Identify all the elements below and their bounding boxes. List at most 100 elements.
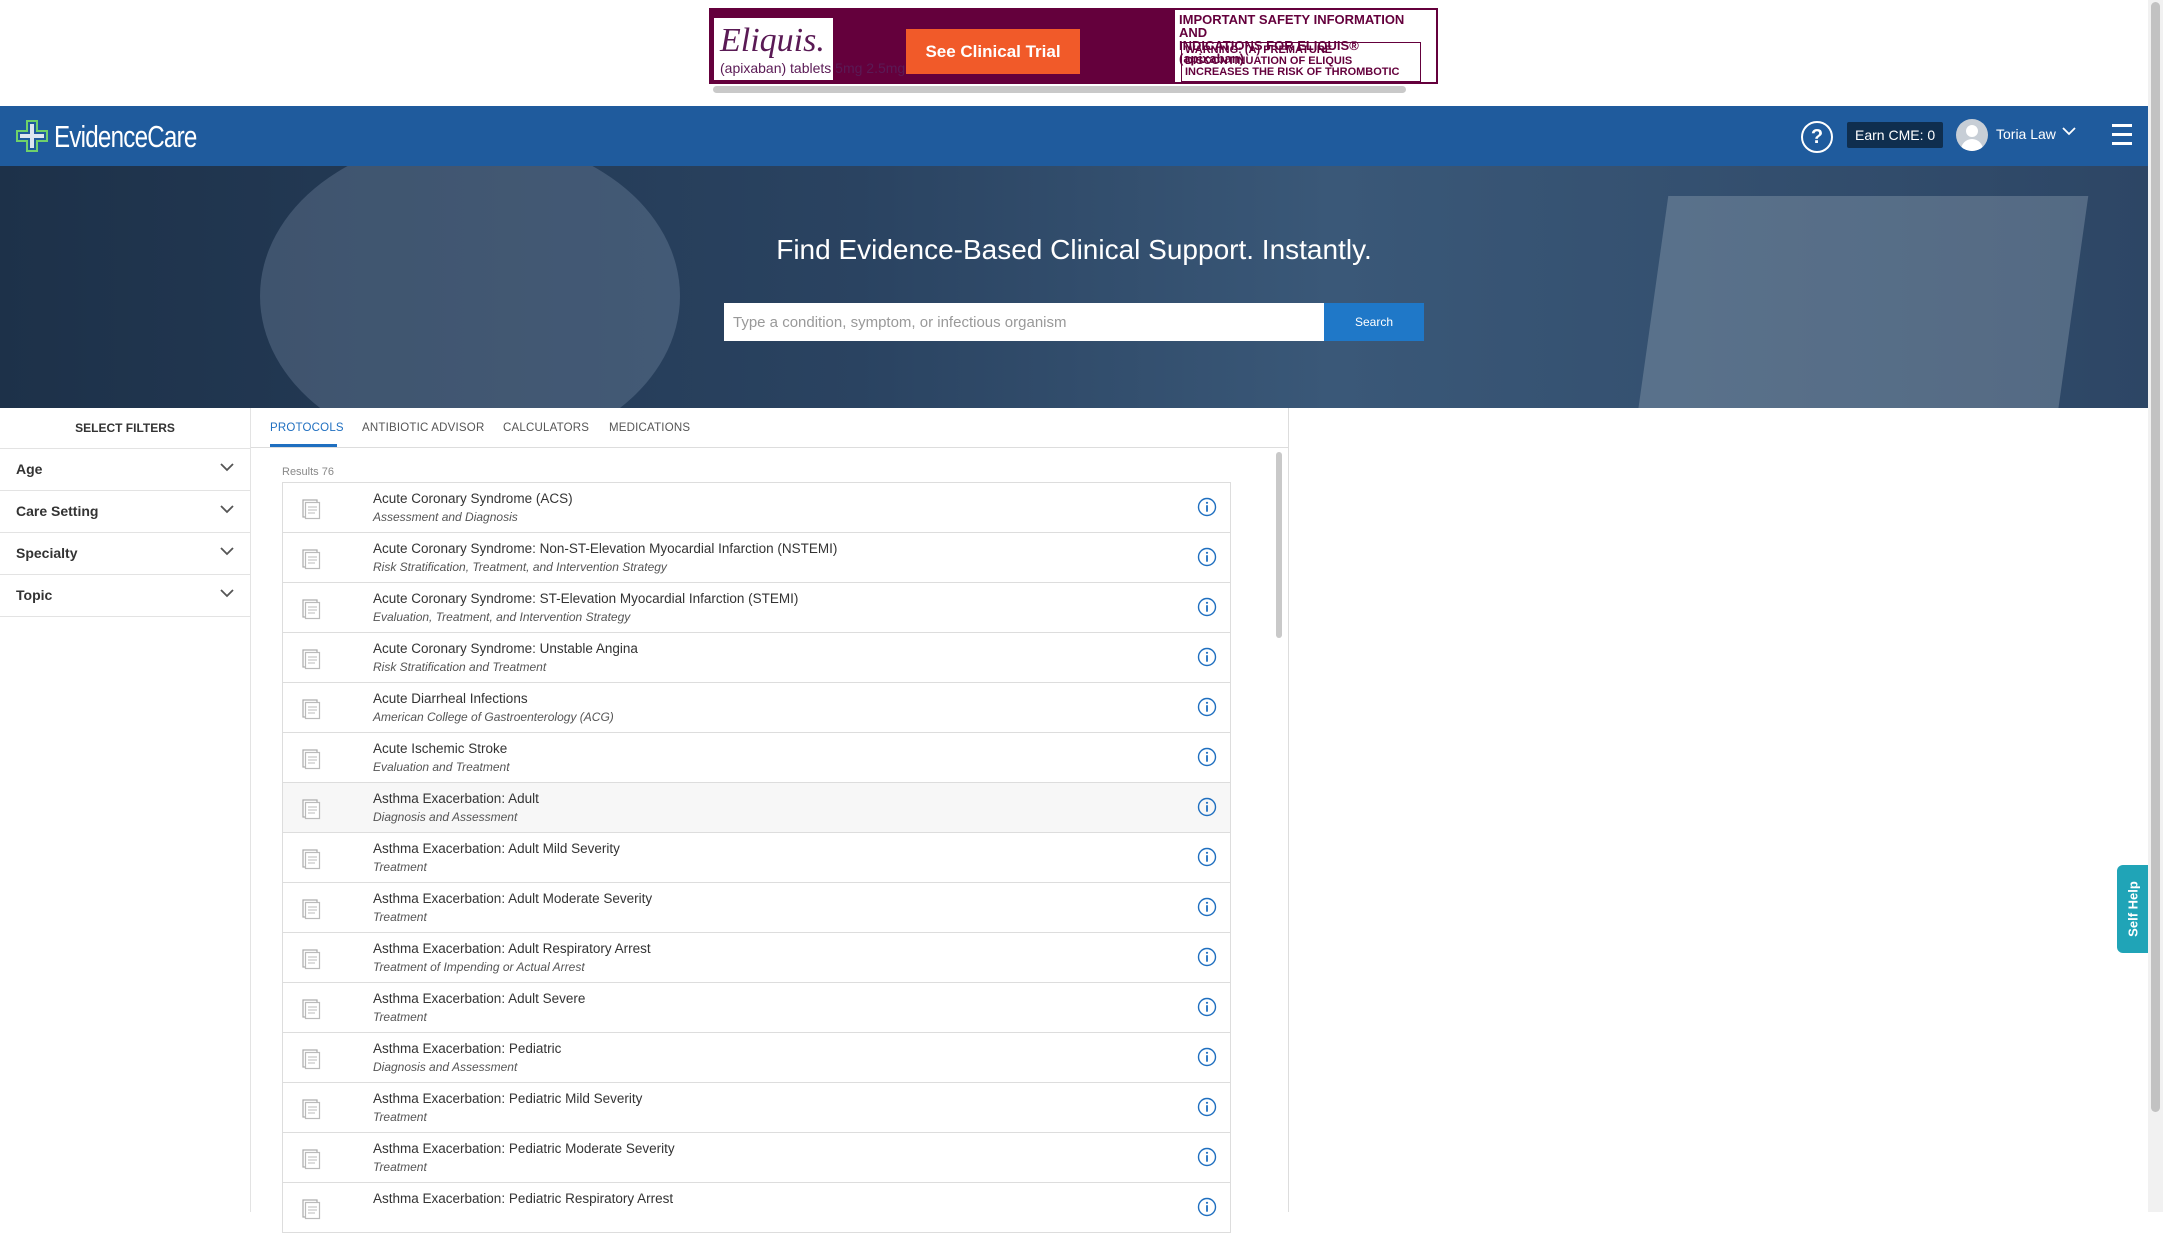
chevron-down-icon[interactable] — [220, 586, 234, 600]
protocol-subtitle: Risk Stratification and Treatment — [373, 660, 547, 674]
search-input[interactable] — [724, 303, 1324, 341]
tab-antibiotic-advisor[interactable]: ANTIBIOTIC ADVISOR — [362, 422, 484, 434]
ad-banner-area: Eliquis. (apixaban) tablets 5mg 2.5mg Se… — [0, 0, 2163, 106]
filter-specialty[interactable]: Specialty — [0, 533, 250, 575]
filter-label: Topic — [16, 587, 53, 603]
protocol-title[interactable]: Asthma Exacerbation: Pediatric Respirato… — [373, 1191, 673, 1206]
document-icon — [300, 548, 322, 570]
ad-brand: Eliquis. — [720, 22, 825, 59]
info-circle-icon[interactable] — [1197, 997, 1217, 1017]
user-name[interactable]: Toria Law — [1996, 126, 2056, 142]
info-circle-icon[interactable] — [1197, 1197, 1217, 1217]
info-circle-icon[interactable] — [1197, 597, 1217, 617]
protocol-row[interactable]: Acute Coronary Syndrome: Unstable Angina… — [282, 633, 1231, 683]
protocol-row[interactable]: Asthma Exacerbation: Pediatric Respirato… — [282, 1183, 1231, 1233]
protocol-title[interactable]: Asthma Exacerbation: Adult — [373, 791, 539, 806]
chevron-down-icon[interactable] — [220, 544, 234, 558]
hamburger-icon[interactable] — [2112, 124, 2132, 146]
info-circle-icon[interactable] — [1197, 747, 1217, 767]
protocol-subtitle: Assessment and Diagnosis — [373, 510, 518, 524]
ad-banner[interactable]: Eliquis. (apixaban) tablets 5mg 2.5mg Se… — [709, 8, 1438, 84]
info-circle-icon[interactable] — [1197, 897, 1217, 917]
logo-text[interactable]: EvidenceCare — [54, 119, 197, 155]
filter-label: Care Setting — [16, 503, 99, 519]
list-scrollbar[interactable] — [1276, 452, 1282, 638]
tab-protocols[interactable]: PROTOCOLS — [270, 422, 344, 434]
info-circle-icon[interactable] — [1197, 697, 1217, 717]
top-nav: EvidenceCare ? Earn CME: 0 Toria Law — [0, 106, 2148, 166]
protocol-title[interactable]: Acute Diarrheal Infections — [373, 691, 528, 706]
info-circle-icon[interactable] — [1197, 647, 1217, 667]
protocol-row[interactable]: Acute Ischemic Stroke Evaluation and Trea… — [282, 733, 1231, 783]
info-circle-icon[interactable] — [1197, 547, 1217, 567]
protocol-title[interactable]: Acute Coronary Syndrome: Unstable Angina — [373, 641, 638, 656]
earn-cme-badge[interactable]: Earn CME: 0 — [1847, 122, 1944, 148]
results-count: Results 76 — [282, 466, 334, 478]
filter-topic[interactable]: Topic — [0, 575, 250, 617]
info-circle-icon[interactable] — [1197, 1147, 1217, 1167]
protocol-row[interactable]: Asthma Exacerbation: Adult Respiratory A… — [282, 933, 1231, 983]
hero-search-section: Find Evidence-Based Clinical Support. In… — [0, 166, 2148, 408]
ad-safety-info: IMPORTANT SAFETY INFORMATION AND INDICAT… — [1173, 8, 1438, 84]
protocol-title[interactable]: Acute Coronary Syndrome (ACS) — [373, 491, 573, 506]
protocol-title[interactable]: Asthma Exacerbation: Pediatric Mild Seve… — [373, 1091, 642, 1106]
document-icon — [300, 1198, 322, 1220]
protocol-row[interactable]: Asthma Exacerbation: Adult Diagnosis and … — [282, 783, 1231, 833]
protocol-row[interactable]: Asthma Exacerbation: Pediatric Moderate … — [282, 1133, 1231, 1183]
ad-horizontal-scrollbar[interactable] — [713, 86, 1406, 93]
protocol-title[interactable]: Acute Coronary Syndrome: Non-ST-Elevatio… — [373, 541, 837, 556]
protocol-title[interactable]: Asthma Exacerbation: Pediatric Moderate … — [373, 1141, 675, 1156]
protocol-row[interactable]: Asthma Exacerbation: Adult Mild Severity… — [282, 833, 1231, 883]
ad-brand-sub: (apixaban) tablets 5mg 2.5mg — [720, 60, 906, 76]
document-icon — [300, 948, 322, 970]
chevron-down-icon[interactable] — [220, 502, 234, 516]
protocol-title[interactable]: Asthma Exacerbation: Pediatric — [373, 1041, 561, 1056]
chevron-down-icon[interactable] — [220, 460, 234, 474]
protocol-title[interactable]: Asthma Exacerbation: Adult Moderate Seve… — [373, 891, 652, 906]
document-icon — [300, 498, 322, 520]
protocol-row[interactable]: Acute Coronary Syndrome: ST-Elevation My… — [282, 583, 1231, 633]
protocol-row[interactable]: Asthma Exacerbation: Pediatric Diagnosis … — [282, 1033, 1231, 1083]
document-icon — [300, 1148, 322, 1170]
ad-warning: WARNING: (A) PREMATURE DISCONTINUATION O… — [1181, 42, 1421, 82]
info-circle-icon[interactable] — [1197, 1047, 1217, 1067]
protocol-row[interactable]: Asthma Exacerbation: Pediatric Mild Seve… — [282, 1083, 1231, 1133]
document-icon — [300, 898, 322, 920]
protocol-row[interactable]: Asthma Exacerbation: Adult Moderate Seve… — [282, 883, 1231, 933]
protocol-title[interactable]: Asthma Exacerbation: Adult Severe — [373, 991, 585, 1006]
protocol-subtitle: Treatment — [373, 1110, 427, 1124]
protocol-title[interactable]: Asthma Exacerbation: Adult Mild Severity — [373, 841, 620, 856]
avatar[interactable] — [1956, 119, 1988, 151]
protocol-row[interactable]: Asthma Exacerbation: Adult Severe Treatme… — [282, 983, 1231, 1033]
protocol-row[interactable]: Acute Coronary Syndrome (ACS) Assessment … — [282, 483, 1231, 533]
results-panel: PROTOCOLS ANTIBIOTIC ADVISOR CALCULATORS… — [251, 408, 1289, 1233]
ad-cta-button[interactable]: See Clinical Trial Data ❯ — [906, 29, 1080, 74]
protocol-title[interactable]: Acute Ischemic Stroke — [373, 741, 507, 756]
page-scrollbar-thumb[interactable] — [2151, 2, 2160, 1112]
question-circle-icon[interactable]: ? — [1801, 121, 1833, 153]
info-circle-icon[interactable] — [1197, 947, 1217, 967]
protocol-list: Acute Coronary Syndrome (ACS) Assessment … — [282, 482, 1231, 1233]
info-circle-icon[interactable] — [1197, 847, 1217, 867]
protocol-row[interactable]: Acute Coronary Syndrome: Non-ST-Elevatio… — [282, 533, 1231, 583]
filter-label: Age — [16, 461, 43, 477]
tab-medications[interactable]: MEDICATIONS — [609, 422, 690, 434]
search-button[interactable]: Search — [1324, 303, 1424, 341]
self-help-label: Self Help — [2125, 881, 2140, 937]
protocol-row[interactable]: Acute Diarrheal Infections American Colle… — [282, 683, 1231, 733]
document-icon — [300, 998, 322, 1020]
protocol-subtitle: Treatment — [373, 1160, 427, 1174]
info-circle-icon[interactable] — [1197, 797, 1217, 817]
tab-calculators[interactable]: CALCULATORS — [503, 422, 589, 434]
info-circle-icon[interactable] — [1197, 497, 1217, 517]
self-help-button[interactable]: Self Help — [2117, 865, 2148, 953]
protocol-title[interactable]: Acute Coronary Syndrome: ST-Elevation My… — [373, 591, 798, 606]
chevron-down-icon[interactable] — [2062, 124, 2076, 138]
document-icon — [300, 748, 322, 770]
filter-age[interactable]: Age — [0, 449, 250, 491]
document-icon — [300, 1048, 322, 1070]
filter-care-setting[interactable]: Care Setting — [0, 491, 250, 533]
info-circle-icon[interactable] — [1197, 1097, 1217, 1117]
document-icon — [300, 798, 322, 820]
protocol-title[interactable]: Asthma Exacerbation: Adult Respiratory A… — [373, 941, 651, 956]
